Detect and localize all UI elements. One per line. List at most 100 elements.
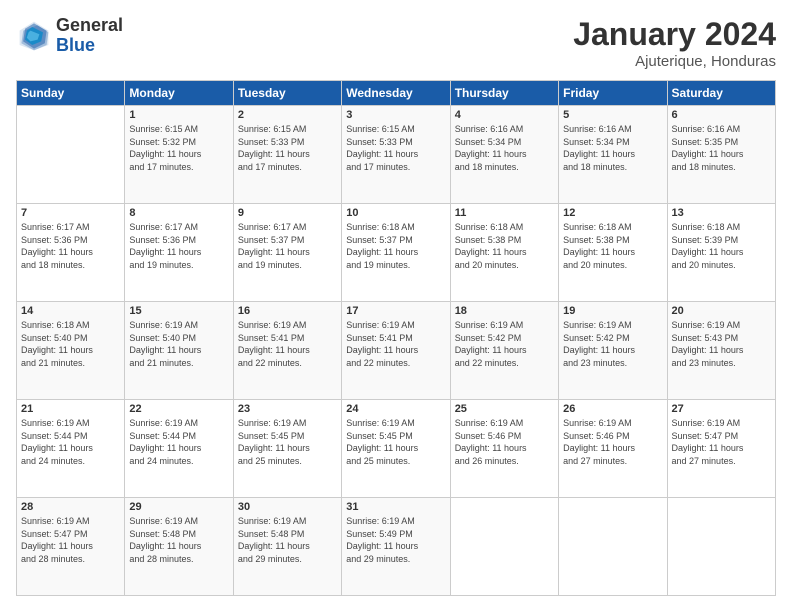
day-info: Sunrise: 6:17 AMSunset: 5:36 PMDaylight:… — [21, 221, 120, 271]
logo-general-text: General — [56, 16, 123, 36]
day-info: Sunrise: 6:19 AMSunset: 5:49 PMDaylight:… — [346, 515, 445, 565]
day-number: 28 — [21, 501, 120, 513]
calendar-cell: 1Sunrise: 6:15 AMSunset: 5:32 PMDaylight… — [125, 106, 233, 204]
day-number: 16 — [238, 305, 337, 317]
day-number: 24 — [346, 403, 445, 415]
calendar-cell: 25 Sunrise: 6:19 AMSunset: 5:46 PMDayligh… — [450, 400, 558, 498]
day-info: Sunrise: 6:19 AMSunset: 5:48 PMDaylight:… — [129, 515, 228, 565]
calendar-cell: 22Sunrise: 6:19 AMSunset: 5:44 PMDayligh… — [125, 400, 233, 498]
day-number: 19 — [563, 305, 662, 317]
title-block: January 2024 Ajuterique, Honduras — [573, 16, 776, 70]
day-info: Sunrise: 6:18 AMSunset: 5:39 PMDaylight:… — [672, 221, 771, 271]
day-number: 31 — [346, 501, 445, 513]
day-number: 4 — [455, 109, 554, 121]
day-info: Sunrise: 6:19 AMSunset: 5:47 PMDaylight:… — [21, 515, 120, 565]
day-info: Sunrise: 6:17 AMSunset: 5:36 PMDaylight:… — [129, 221, 228, 271]
header: General Blue January 2024 Ajuterique, Ho… — [16, 16, 776, 70]
calendar-cell: 9 Sunrise: 6:17 AMSunset: 5:37 PMDaylight… — [233, 204, 341, 302]
day-info: Sunrise: 6:19 AMSunset: 5:46 PMDaylight:… — [563, 417, 662, 467]
logo: General Blue — [16, 16, 123, 56]
calendar-cell: 17Sunrise: 6:19 AMSunset: 5:41 PMDayligh… — [342, 302, 450, 400]
calendar-week-2: 7Sunrise: 6:17 AMSunset: 5:36 PMDaylight… — [17, 204, 776, 302]
calendar-cell: 4Sunrise: 6:16 AMSunset: 5:34 PMDaylight… — [450, 106, 558, 204]
calendar-cell: 3 Sunrise: 6:15 AMSunset: 5:33 PMDaylight… — [342, 106, 450, 204]
day-number: 8 — [129, 207, 228, 219]
day-info: Sunrise: 6:19 AMSunset: 5:40 PMDaylight:… — [129, 319, 228, 369]
col-thursday: Thursday — [450, 81, 558, 106]
col-tuesday: Tuesday — [233, 81, 341, 106]
logo-blue-text: Blue — [56, 36, 123, 56]
calendar-cell: 8 Sunrise: 6:17 AMSunset: 5:36 PMDaylight… — [125, 204, 233, 302]
day-info: Sunrise: 6:16 AMSunset: 5:34 PMDaylight:… — [563, 123, 662, 173]
day-number: 9 — [238, 207, 337, 219]
logo-icon — [16, 18, 52, 54]
day-info: Sunrise: 6:17 AMSunset: 5:37 PMDaylight:… — [238, 221, 337, 271]
day-info: Sunrise: 6:19 AMSunset: 5:45 PMDaylight:… — [346, 417, 445, 467]
calendar-cell — [559, 498, 667, 596]
calendar-week-3: 14 Sunrise: 6:18 AMSunset: 5:40 PMDayligh… — [17, 302, 776, 400]
day-number: 27 — [672, 403, 771, 415]
logo-text: General Blue — [56, 16, 123, 56]
day-info: Sunrise: 6:18 AMSunset: 5:40 PMDaylight:… — [21, 319, 120, 369]
calendar-cell: 16Sunrise: 6:19 AMSunset: 5:41 PMDayligh… — [233, 302, 341, 400]
day-number: 18 — [455, 305, 554, 317]
day-number: 23 — [238, 403, 337, 415]
calendar-cell: 10 Sunrise: 6:18 AMSunset: 5:37 PMDayligh… — [342, 204, 450, 302]
calendar-cell: 19 Sunrise: 6:19 AMSunset: 5:42 PMDayligh… — [559, 302, 667, 400]
calendar-cell: 7Sunrise: 6:17 AMSunset: 5:36 PMDaylight… — [17, 204, 125, 302]
calendar-cell: 24 Sunrise: 6:19 AMSunset: 5:45 PMDayligh… — [342, 400, 450, 498]
page: General Blue January 2024 Ajuterique, Ho… — [0, 0, 792, 612]
day-info: Sunrise: 6:19 AMSunset: 5:42 PMDaylight:… — [455, 319, 554, 369]
calendar-cell: 26 Sunrise: 6:19 AMSunset: 5:46 PMDayligh… — [559, 400, 667, 498]
calendar-cell: 28 Sunrise: 6:19 AMSunset: 5:47 PMDayligh… — [17, 498, 125, 596]
calendar-week-4: 21Sunrise: 6:19 AMSunset: 5:44 PMDayligh… — [17, 400, 776, 498]
day-number: 14 — [21, 305, 120, 317]
day-info: Sunrise: 6:19 AMSunset: 5:42 PMDaylight:… — [563, 319, 662, 369]
calendar-week-1: 1Sunrise: 6:15 AMSunset: 5:32 PMDaylight… — [17, 106, 776, 204]
day-number: 3 — [346, 109, 445, 121]
calendar-table: Sunday Monday Tuesday Wednesday Thursday… — [16, 80, 776, 596]
day-info: Sunrise: 6:18 AMSunset: 5:38 PMDaylight:… — [455, 221, 554, 271]
day-number: 25 — [455, 403, 554, 415]
day-info: Sunrise: 6:18 AMSunset: 5:38 PMDaylight:… — [563, 221, 662, 271]
calendar-cell: 29 Sunrise: 6:19 AMSunset: 5:48 PMDayligh… — [125, 498, 233, 596]
day-number: 15 — [129, 305, 228, 317]
calendar-cell: 15 Sunrise: 6:19 AMSunset: 5:40 PMDayligh… — [125, 302, 233, 400]
day-info: Sunrise: 6:18 AMSunset: 5:37 PMDaylight:… — [346, 221, 445, 271]
day-number: 26 — [563, 403, 662, 415]
day-info: Sunrise: 6:16 AMSunset: 5:35 PMDaylight:… — [672, 123, 771, 173]
month-title: January 2024 — [573, 16, 776, 53]
calendar-cell: 21Sunrise: 6:19 AMSunset: 5:44 PMDayligh… — [17, 400, 125, 498]
day-info: Sunrise: 6:19 AMSunset: 5:48 PMDaylight:… — [238, 515, 337, 565]
day-info: Sunrise: 6:19 AMSunset: 5:44 PMDaylight:… — [21, 417, 120, 467]
calendar-cell: 14 Sunrise: 6:18 AMSunset: 5:40 PMDayligh… — [17, 302, 125, 400]
calendar-cell: 13 Sunrise: 6:18 AMSunset: 5:39 PMDayligh… — [667, 204, 775, 302]
day-number: 11 — [455, 207, 554, 219]
calendar-week-5: 28 Sunrise: 6:19 AMSunset: 5:47 PMDayligh… — [17, 498, 776, 596]
calendar-cell — [667, 498, 775, 596]
location: Ajuterique, Honduras — [573, 53, 776, 70]
day-info: Sunrise: 6:19 AMSunset: 5:46 PMDaylight:… — [455, 417, 554, 467]
calendar-cell: 12Sunrise: 6:18 AMSunset: 5:38 PMDayligh… — [559, 204, 667, 302]
day-info: Sunrise: 6:19 AMSunset: 5:45 PMDaylight:… — [238, 417, 337, 467]
day-number: 6 — [672, 109, 771, 121]
day-info: Sunrise: 6:15 AMSunset: 5:32 PMDaylight:… — [129, 123, 228, 173]
day-number: 29 — [129, 501, 228, 513]
calendar-cell: 11 Sunrise: 6:18 AMSunset: 5:38 PMDayligh… — [450, 204, 558, 302]
day-number: 17 — [346, 305, 445, 317]
day-info: Sunrise: 6:19 AMSunset: 5:47 PMDaylight:… — [672, 417, 771, 467]
calendar-cell: 23 Sunrise: 6:19 AMSunset: 5:45 PMDayligh… — [233, 400, 341, 498]
calendar-cell: 31 Sunrise: 6:19 AMSunset: 5:49 PMDayligh… — [342, 498, 450, 596]
col-friday: Friday — [559, 81, 667, 106]
calendar-cell — [450, 498, 558, 596]
day-info: Sunrise: 6:15 AMSunset: 5:33 PMDaylight:… — [346, 123, 445, 173]
day-number: 13 — [672, 207, 771, 219]
day-number: 10 — [346, 207, 445, 219]
col-sunday: Sunday — [17, 81, 125, 106]
calendar-cell: 6 Sunrise: 6:16 AMSunset: 5:35 PMDaylight… — [667, 106, 775, 204]
day-number: 22 — [129, 403, 228, 415]
day-info: Sunrise: 6:15 AMSunset: 5:33 PMDaylight:… — [238, 123, 337, 173]
col-wednesday: Wednesday — [342, 81, 450, 106]
calendar-cell: 18 Sunrise: 6:19 AMSunset: 5:42 PMDayligh… — [450, 302, 558, 400]
calendar-cell: 20Sunrise: 6:19 AMSunset: 5:43 PMDayligh… — [667, 302, 775, 400]
